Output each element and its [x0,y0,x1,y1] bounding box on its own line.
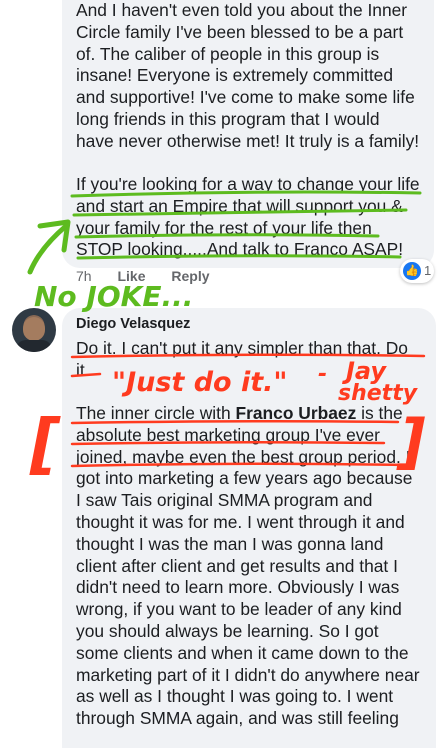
mention-link[interactable]: Franco Urbaez [235,403,356,423]
comment-actions: 7h Like Reply [76,268,232,284]
comment-author[interactable]: Diego Velasquez [76,316,190,332]
avatar-face [23,317,45,341]
reply-button[interactable]: Reply [171,268,209,284]
like-button[interactable]: Like [117,268,145,284]
comment-text: And I haven't even told you about the In… [76,0,420,151]
reaction-count: 1 [424,263,432,278]
body-text-after: is the absolute best marketing group I'v… [76,403,420,729]
comment-text-intro: Do it. I can't put it any simpler than t… [76,338,408,380]
thumbs-up-icon: 👍 [403,262,421,280]
comment-timestamp: 7h [76,268,92,284]
comment-text-highlighted: If you're looking for a way to change yo… [76,174,420,260]
avatar[interactable] [12,308,56,352]
arrow-shaft [27,223,69,275]
comment-text-body: The inner circle with Franco Urbaez is t… [76,403,430,730]
body-text-before: The inner circle with [76,403,236,423]
avatar-shirt [16,340,52,352]
reaction-badge[interactable]: 👍 1 [400,259,434,283]
left-bracket: [ [29,405,61,482]
